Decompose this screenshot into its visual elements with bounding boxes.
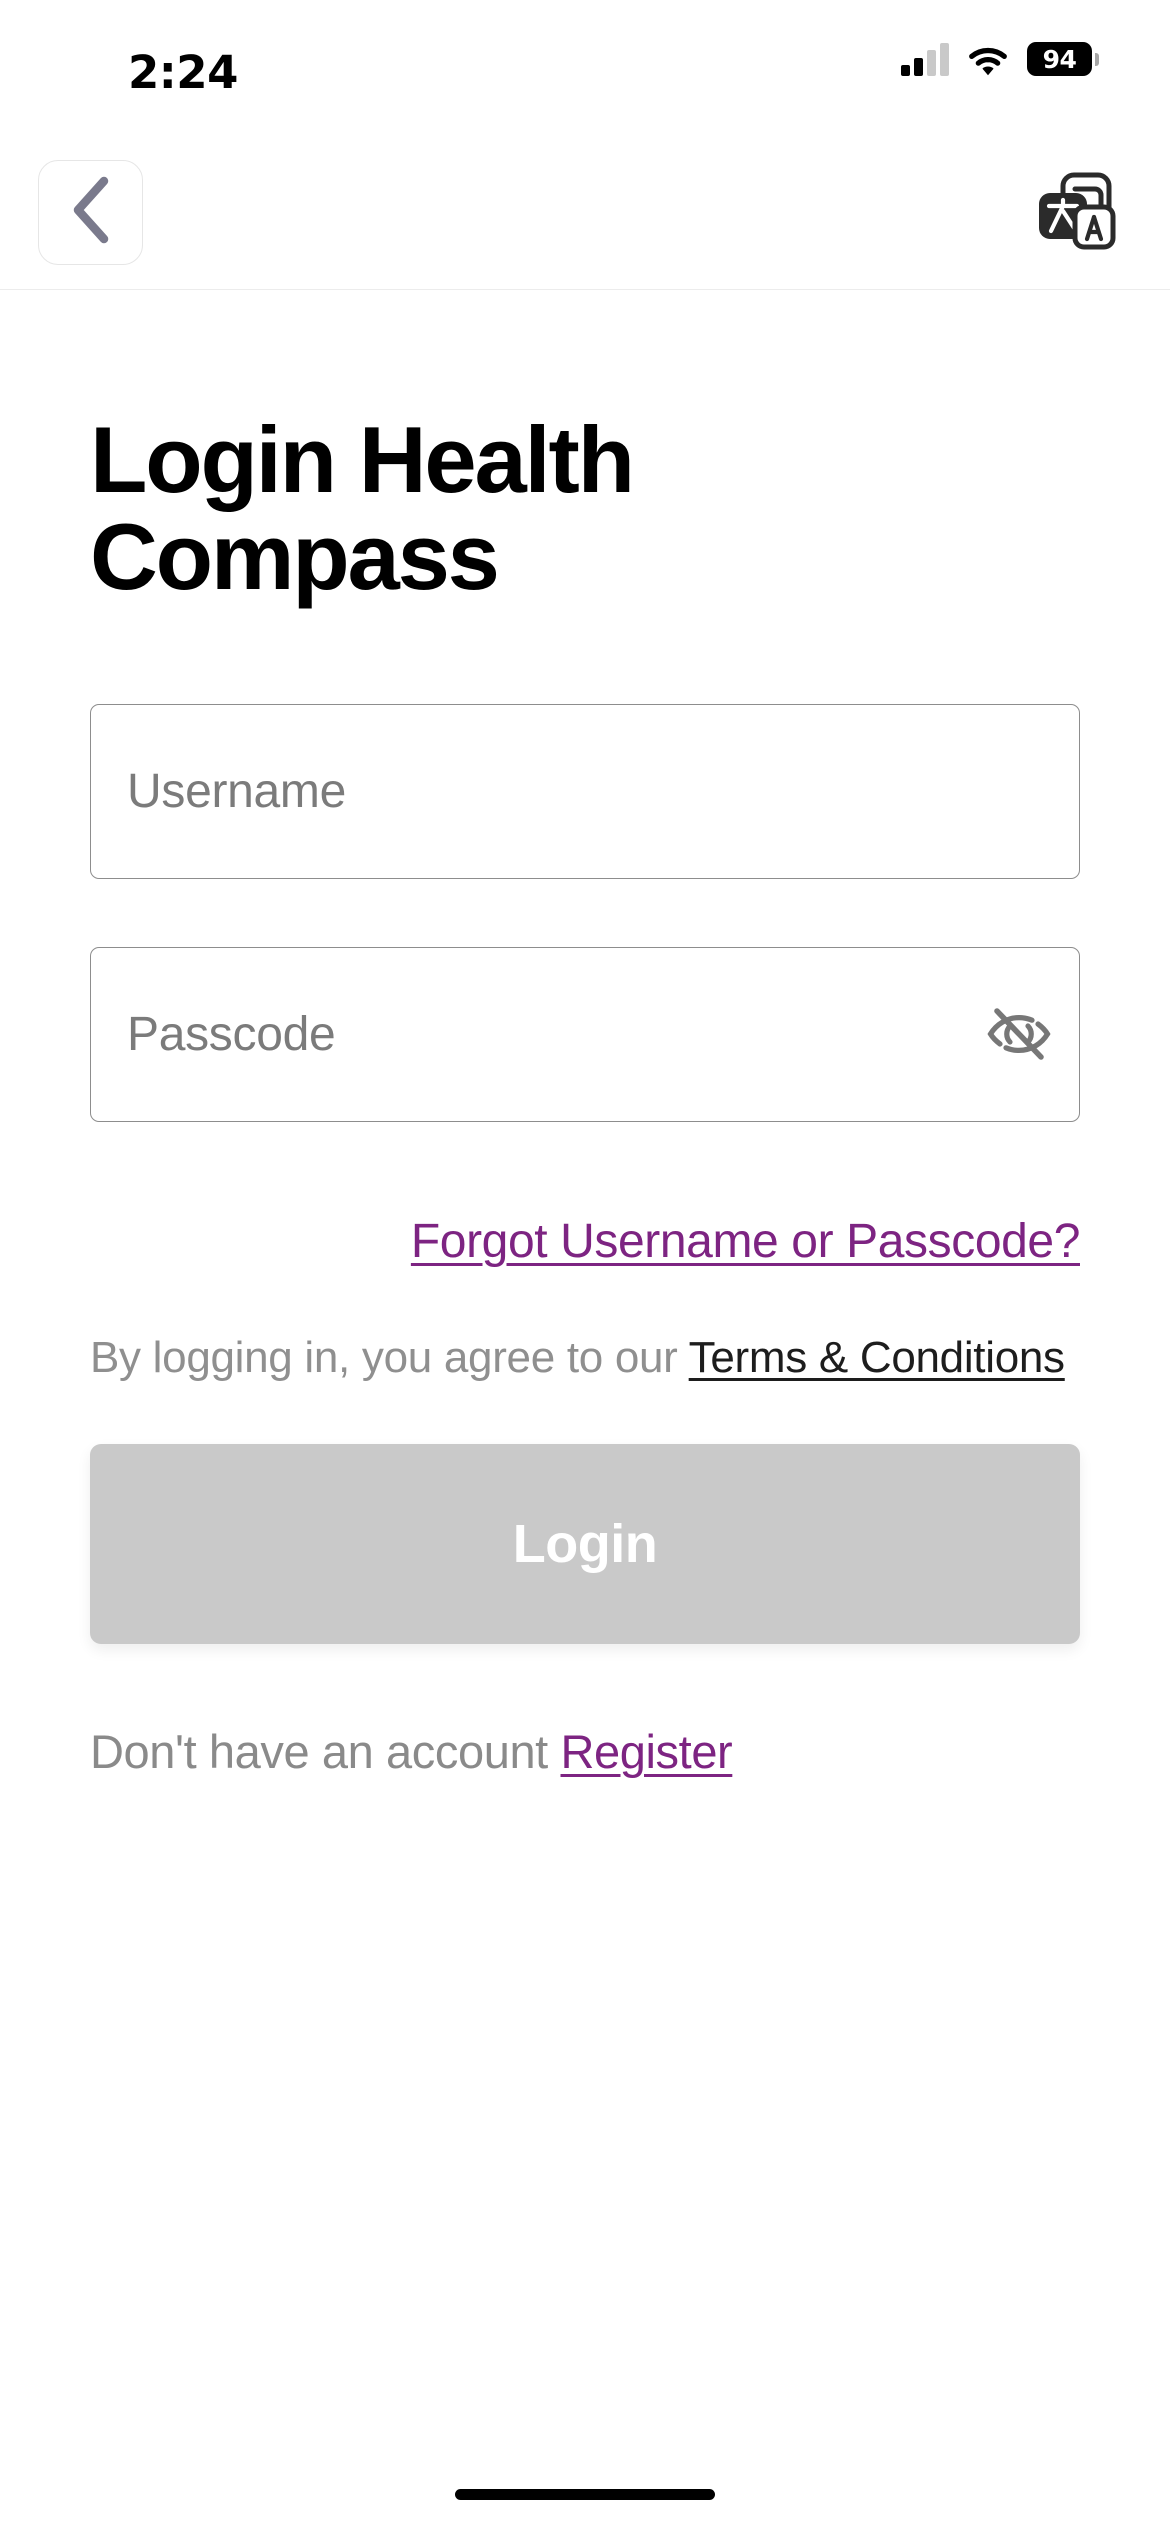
back-button[interactable]: [38, 160, 143, 265]
username-input[interactable]: [91, 763, 1079, 819]
passcode-field-wrapper[interactable]: [90, 946, 1080, 1122]
username-field-wrapper[interactable]: [90, 703, 1080, 879]
page-title: Login Health Compass: [90, 407, 635, 609]
status-bar-time: 2:24: [128, 46, 238, 99]
nav-bar: [0, 98, 1170, 290]
terms-conditions-link[interactable]: Terms & Conditions: [689, 1333, 1065, 1382]
status-bar-indicators: 94: [901, 42, 1099, 76]
forgot-row: Forgot Username or Passcode?: [90, 1122, 1081, 1269]
battery-percent: 94: [1042, 44, 1077, 74]
wifi-icon: [966, 42, 1010, 76]
cellular-signal-icon: [901, 42, 949, 76]
register-prefix: Don't have an account: [90, 1724, 561, 1778]
forgot-credentials-link[interactable]: Forgot Username or Passcode?: [411, 1215, 1081, 1268]
terms-prefix: By logging in, you agree to our: [90, 1332, 689, 1382]
eye-off-icon[interactable]: [959, 948, 1079, 1121]
translate-button[interactable]: [1017, 154, 1132, 269]
register-link[interactable]: Register: [561, 1725, 733, 1778]
translate-icon: [1025, 159, 1125, 264]
terms-agreement-text: By logging in, you agree to our Terms & …: [90, 1269, 1080, 1387]
login-button[interactable]: Login: [90, 1443, 1080, 1644]
main-content: Login Health Compass Forgot Username or …: [0, 290, 1170, 1779]
battery-icon: 94: [1027, 42, 1099, 76]
home-indicator[interactable]: [455, 2489, 715, 2500]
passcode-input[interactable]: [91, 1006, 959, 1062]
login-screen: 2:24 94 Login Health Compass Username Fo…: [0, 0, 1170, 2532]
status-bar: 2:24 94: [0, 0, 1170, 99]
chevron-left-icon: [68, 175, 114, 250]
register-row: Don't have an account Register: [90, 1644, 1080, 1779]
